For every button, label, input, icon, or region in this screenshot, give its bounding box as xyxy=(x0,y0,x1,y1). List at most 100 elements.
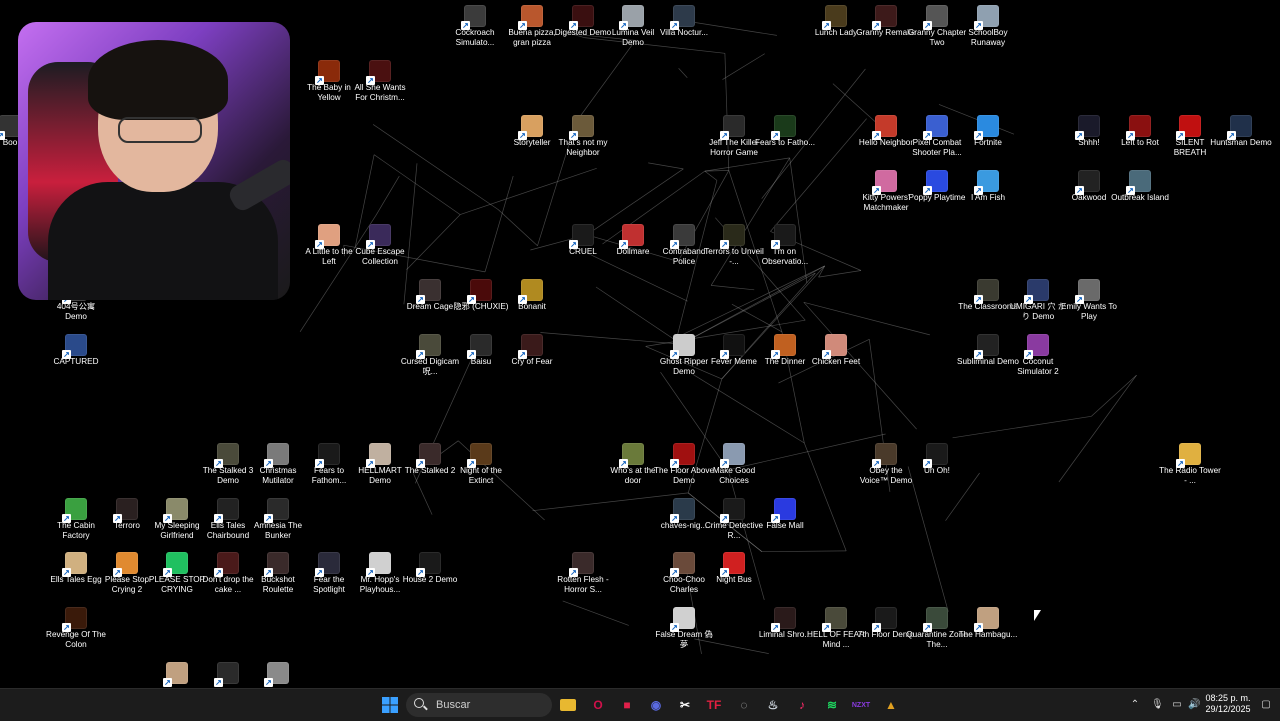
capcut-icon[interactable]: ✂ xyxy=(673,693,697,717)
desktop-shortcut[interactable]: ↗ Revenge Of The Colon xyxy=(46,607,106,650)
desktop-shortcut[interactable]: ↗ Fortnite xyxy=(959,115,1017,148)
shortcut-thumbnail-icon: ↗ xyxy=(1075,170,1100,195)
shortcut-thumbnail-icon: ↗ xyxy=(670,334,695,359)
chevron-up-icon[interactable]: ⌃ xyxy=(1129,699,1141,711)
shortcut-thumbnail-icon: ↗ xyxy=(822,5,847,30)
shortcut-arrow-icon: ↗ xyxy=(1126,131,1135,140)
desktop-shortcut[interactable]: ↗ Chicken Feet xyxy=(807,334,865,367)
desktop-shortcut[interactable]: ↗ I'm on Observatio... xyxy=(756,224,814,267)
desktop-shortcut[interactable]: ↗ Crime Detective R... xyxy=(705,498,763,541)
desktop-shortcut[interactable]: ↗ Cry of Fear xyxy=(503,334,561,367)
discord-icon[interactable]: ◉ xyxy=(644,693,668,717)
volume-icon[interactable]: 🔊 xyxy=(1188,699,1200,711)
shortcut-label: Amnesia The Bunker xyxy=(253,521,303,540)
shortcut-thumbnail-icon: ↗ xyxy=(974,170,999,195)
system-clock[interactable]: 08:25 p. m. 29/12/2025 xyxy=(1200,693,1256,715)
notification-icon[interactable]: ▢ xyxy=(1260,699,1272,711)
desktop-shortcut[interactable]: ↗ The Hambagu... xyxy=(959,607,1017,640)
folder-shape xyxy=(560,699,576,711)
desktop-shortcut[interactable]: ↗ Jeff The Killer Horror Game xyxy=(705,115,763,158)
shortcut-arrow-icon: ↗ xyxy=(518,131,527,140)
desktop-shortcut[interactable]: ↗ That's not my Neighbor xyxy=(554,115,612,158)
desktop-shortcut[interactable]: ↗ SILENT BREATH xyxy=(1161,115,1219,158)
steam-icon[interactable]: ♨ xyxy=(761,693,785,717)
desktop-shortcut[interactable]: ↗ xyxy=(148,662,206,687)
shortcut-thumbnail-icon: ↗ xyxy=(214,552,239,577)
desktop-shortcut[interactable]: ↗ Night of the Extinct xyxy=(452,443,510,486)
desktop-shortcut[interactable]: ↗ All She Wants For Christm... xyxy=(351,60,409,103)
desktop-shortcut[interactable]: ↗ Cockroach Simulato... xyxy=(446,5,504,48)
shortcut-thumbnail-icon: ↗ xyxy=(670,552,695,577)
shortcut-arrow-icon: ↗ xyxy=(518,350,527,359)
webcam-overlay xyxy=(18,22,290,300)
search-placeholder: Buscar xyxy=(436,699,471,711)
shortcut-thumbnail-icon: ↗ xyxy=(1176,443,1201,468)
desktop-shortcut[interactable]: ↗ Rotten Flesh - Horror S... xyxy=(554,552,612,595)
shortcut-thumbnail-icon: ↗ xyxy=(670,607,695,632)
desktop-shortcut[interactable]: ↗ Make Good Choices xyxy=(705,443,763,486)
nzxt-icon[interactable]: NZXT xyxy=(849,693,873,717)
shortcut-arrow-icon: ↗ xyxy=(569,131,578,140)
shortcut-thumbnail-icon: ↗ xyxy=(569,552,594,577)
shortcut-arrow-icon: ↗ xyxy=(1126,186,1135,195)
desktop-shortcut[interactable]: ↗ I Am Fish xyxy=(959,170,1017,203)
desktop-shortcut[interactable]: ↗ Coconut Simulator 2 xyxy=(1009,334,1067,377)
desktop-shortcut[interactable]: ↗ xyxy=(249,662,307,687)
shortcut-arrow-icon: ↗ xyxy=(416,350,425,359)
desktop-shortcut[interactable]: ↗ Kitty Powers' Matchmaker xyxy=(857,170,915,213)
desktop-shortcut[interactable]: ↗ Pixel Combat Shooter Pla... xyxy=(908,115,966,158)
game-launcher-icon[interactable]: ▲ xyxy=(879,693,903,717)
desktop-shortcut[interactable]: ↗ Buena pizza, gran pizza xyxy=(503,5,561,48)
desktop-shortcut[interactable]: ↗ False Dream 偽夢 xyxy=(655,607,713,650)
shortcut-thumbnail-icon: ↗ xyxy=(62,607,87,632)
desktop-shortcut[interactable]: ↗ Amnesia The Bunker xyxy=(249,498,307,541)
shortcut-thumbnail-icon: ↗ xyxy=(1075,279,1100,304)
opera-gx-icon[interactable]: O xyxy=(586,693,610,717)
obs-icon[interactable]: ◌ xyxy=(732,693,756,717)
shortcut-thumbnail-icon: ↗ xyxy=(416,334,441,359)
desktop-shortcut[interactable]: ↗ House 2 Demo xyxy=(401,552,459,585)
shortcut-arrow-icon: ↗ xyxy=(416,295,425,304)
search-box[interactable]: Buscar xyxy=(406,693,552,717)
clock-date: 29/12/2025 xyxy=(1205,704,1251,714)
desktop-shortcut[interactable]: ↗ Fears to Fatho... xyxy=(755,115,815,148)
tf-app-icon[interactable]: TF xyxy=(702,693,726,717)
desktop-shortcut[interactable]: ↗ False Mall xyxy=(756,498,814,531)
desktop-shortcut[interactable]: ↗ Uh Oh! xyxy=(908,443,966,476)
shortcut-arrow-icon: ↗ xyxy=(1075,186,1084,195)
shortcut-thumbnail-icon: ↗ xyxy=(670,224,695,249)
shortcut-thumbnail-icon: ↗ xyxy=(923,443,948,468)
tiktok-icon[interactable]: ♪ xyxy=(790,693,814,717)
desktop-shortcut[interactable]: ↗ Huntsman Demo xyxy=(1210,115,1272,148)
shortcut-thumbnail-icon: ↗ xyxy=(214,662,239,687)
desktop-shortcut[interactable]: ↗ Bonanit xyxy=(503,279,561,312)
desktop-shortcut[interactable]: ↗ Night Bus xyxy=(705,552,763,585)
shortcut-arrow-icon: ↗ xyxy=(518,295,527,304)
shortcut-arrow-icon: ↗ xyxy=(619,240,628,249)
shortcut-thumbnail-icon: ↗ xyxy=(720,334,745,359)
desktop-shortcut[interactable]: ↗ CAPTURED xyxy=(47,334,105,367)
desktop-shortcut[interactable]: ↗ Cursed Digicam 呪... xyxy=(401,334,459,377)
shortcut-thumbnail-icon: ↗ xyxy=(822,607,847,632)
file-explorer-icon[interactable] xyxy=(556,693,580,717)
spotify-icon[interactable]: ≋ xyxy=(820,693,844,717)
desktop-shortcut[interactable]: ↗ Obey the Voice™ Demo xyxy=(857,443,915,486)
desktop-shortcut[interactable]: ↗ Quarantine Zone The... xyxy=(906,607,968,650)
shortcut-arrow-icon: ↗ xyxy=(720,240,729,249)
desktop-shortcut[interactable]: ↗ SchoolBoy Runaway xyxy=(959,5,1017,48)
shortcut-arrow-icon: ↗ xyxy=(923,623,932,632)
network-icon[interactable]: ▭ xyxy=(1171,699,1183,711)
roblox-icon[interactable]: ■ xyxy=(615,693,639,717)
shortcut-thumbnail-icon: ↗ xyxy=(619,224,644,249)
desktop-shortcut[interactable]: ↗ Villa Noctur... xyxy=(655,5,713,38)
desktop-shortcut[interactable]: ↗ Cube Escape Collection xyxy=(351,224,409,267)
desktop-shortcut[interactable]: ↗ Emily Wants To Play xyxy=(1060,279,1118,322)
start-button[interactable] xyxy=(378,693,402,717)
microphone-icon[interactable]: 🎙 xyxy=(1151,699,1164,711)
desktop-shortcut[interactable]: ↗ Lumina Veil Demo xyxy=(604,5,662,48)
shortcut-thumbnail-icon: ↗ xyxy=(467,334,492,359)
shortcut-thumbnail-icon: ↗ xyxy=(923,115,948,140)
desktop-shortcut[interactable]: ↗ The Radio Tower - ... xyxy=(1159,443,1221,486)
desktop-shortcut[interactable]: ↗ The Cabin Factory xyxy=(47,498,105,541)
desktop-shortcut[interactable]: ↗ Outbreak Island xyxy=(1111,170,1169,203)
